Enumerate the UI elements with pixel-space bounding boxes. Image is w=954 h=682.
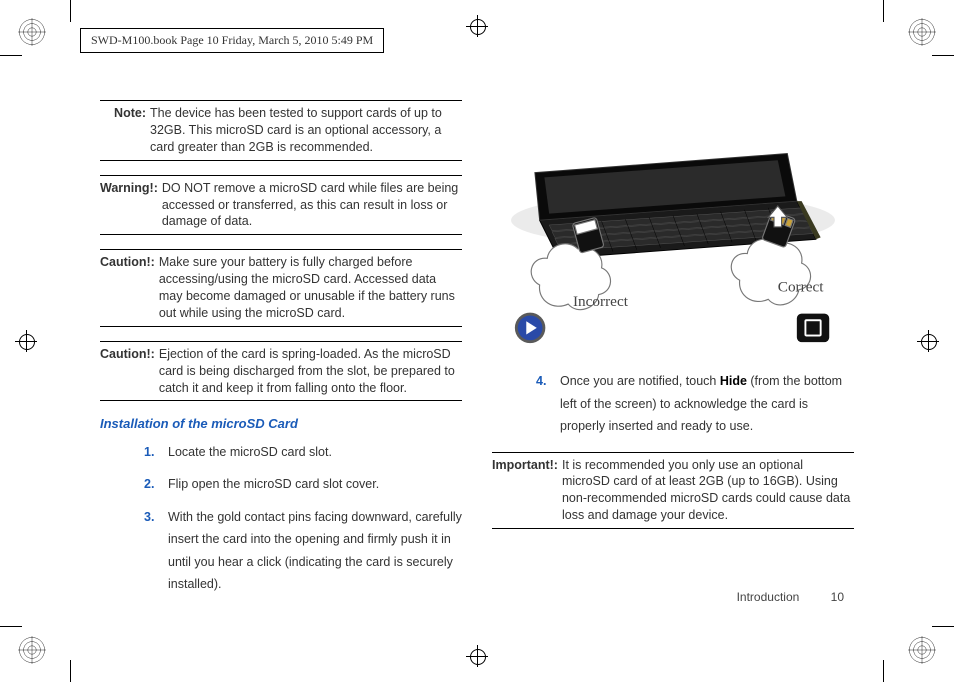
caution1-label: Caution!:: [100, 254, 159, 322]
step-num: 4.: [536, 370, 560, 438]
book-header-text: SWD-M100.book Page 10 Friday, March 5, 2…: [91, 33, 373, 47]
reg-mark-bl: [18, 636, 46, 664]
page-footer: Introduction 10: [737, 590, 844, 604]
step-num: 3.: [144, 506, 168, 596]
important-label: Important!:: [492, 457, 562, 525]
caution2-block: Caution!: Ejection of the card is spring…: [100, 341, 462, 402]
crop-mark: [70, 660, 71, 682]
install-steps: 1. Locate the microSD card slot. 2. Flip…: [100, 441, 462, 596]
crop-mark: [932, 55, 954, 56]
crop-mark: [883, 0, 884, 22]
warning-block: Warning!: DO NOT remove a microSD card w…: [100, 175, 462, 236]
reg-mark-tl: [18, 18, 46, 46]
step4-pre: Once you are notified, touch: [560, 374, 720, 388]
incorrect-label: Incorrect: [573, 293, 629, 310]
important-text: It is recommended you only use an option…: [562, 457, 854, 525]
correct-label: Correct: [778, 279, 824, 296]
important-block: Important!: It is recommended you only u…: [492, 452, 854, 530]
note-text: The device has been tested to support ca…: [150, 105, 462, 156]
warning-label: Warning!:: [100, 180, 162, 231]
crop-mark: [932, 626, 954, 627]
left-column: Note: The device has been tested to supp…: [100, 100, 462, 622]
footer-page: 10: [831, 590, 844, 604]
step-2: 2. Flip open the microSD card slot cover…: [144, 473, 462, 496]
book-header: SWD-M100.book Page 10 Friday, March 5, 2…: [80, 28, 384, 53]
step-1: 1. Locate the microSD card slot.: [144, 441, 462, 464]
step-4: 4. Once you are notified, touch Hide (fr…: [536, 370, 854, 438]
warning-text: DO NOT remove a microSD card while files…: [162, 180, 462, 231]
step-num: 2.: [144, 473, 168, 496]
step-text: Locate the microSD card slot.: [168, 441, 462, 464]
section-title: Installation of the microSD Card: [100, 415, 462, 433]
caution1-block: Caution!: Make sure your battery is full…: [100, 249, 462, 327]
caution1-text: Make sure your battery is fully charged …: [159, 254, 462, 322]
caution2-label: Caution!:: [100, 346, 159, 397]
install-steps-cont: 4. Once you are notified, touch Hide (fr…: [492, 370, 854, 438]
caution2-text: Ejection of the card is spring-loaded. A…: [159, 346, 462, 397]
step4-bold: Hide: [720, 374, 747, 388]
page-content: Note: The device has been tested to supp…: [100, 100, 854, 622]
step-3: 3. With the gold contact pins facing dow…: [144, 506, 462, 596]
step-text: Flip open the microSD card slot cover.: [168, 473, 462, 496]
reg-mark-br: [908, 636, 936, 664]
reg-mark-tr: [908, 18, 936, 46]
note-label: Note:: [100, 105, 150, 156]
crop-mark: [883, 660, 884, 682]
step-text: Once you are notified, touch Hide (from …: [560, 370, 854, 438]
crop-mark: [0, 55, 22, 56]
device-illustration: Incorrect Correct: [492, 100, 854, 350]
crop-mark: [70, 0, 71, 22]
right-column: Incorrect Correct: [492, 100, 854, 622]
step-num: 1.: [144, 441, 168, 464]
crop-mark: [0, 626, 22, 627]
note-block: Note: The device has been tested to supp…: [100, 100, 462, 161]
footer-section: Introduction: [737, 590, 800, 604]
step-text: With the gold contact pins facing downwa…: [168, 506, 462, 596]
